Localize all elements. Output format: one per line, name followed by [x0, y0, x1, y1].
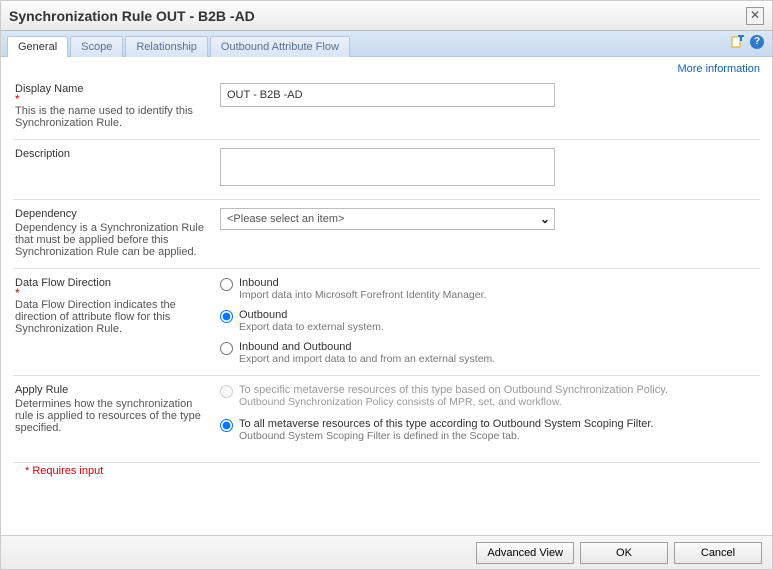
radio-inbound[interactable] [220, 278, 233, 291]
radio-label-wrap: Inbound Import data into Microsoft Foref… [239, 277, 486, 301]
tabstrip: General Scope Relationship Outbound Attr… [1, 31, 772, 57]
tab-scope[interactable]: Scope [70, 36, 123, 57]
input-col: Inbound Import data into Microsoft Foref… [220, 277, 758, 365]
display-name-desc: This is the name used to identify this S… [15, 105, 208, 129]
radio-outbound-row: Outbound Export data to external system. [220, 309, 758, 333]
display-name-label: Display Name [15, 83, 208, 95]
tab-label: Outbound Attribute Flow [221, 41, 339, 53]
label-col: Apply Rule Determines how the synchroniz… [15, 384, 220, 452]
radio-both-desc: Export and import data to and from an ex… [239, 353, 495, 365]
section-apply-rule: Apply Rule Determines how the synchroniz… [13, 376, 760, 463]
radio-label-wrap: Outbound Export data to external system. [239, 309, 384, 333]
label-col: Description [15, 148, 220, 189]
add-icon[interactable] [730, 35, 744, 49]
requires-input-note: * Requires input [13, 463, 760, 483]
input-col: <Please select an item> ⌄ [220, 208, 758, 258]
tab-relationship[interactable]: Relationship [125, 36, 208, 57]
dependency-label: Dependency [15, 208, 208, 220]
label-col: Display Name * This is the name used to … [15, 83, 220, 129]
advanced-view-button[interactable]: Advanced View [476, 542, 574, 564]
apply-all-desc: Outbound System Scoping Filter is define… [239, 430, 654, 442]
radio-inbound-row: Inbound Import data into Microsoft Foref… [220, 277, 758, 301]
more-information-link[interactable]: More information [677, 63, 760, 75]
description-label: Description [15, 148, 208, 160]
tab-label: General [18, 41, 57, 53]
apply-rule-label: Apply Rule [15, 384, 208, 396]
required-star: * [15, 289, 208, 297]
label-col: Data Flow Direction * Data Flow Directio… [15, 277, 220, 365]
radio-both-row: Inbound and Outbound Export and import d… [220, 341, 758, 365]
apply-rule-desc: Determines how the synchronization rule … [15, 398, 208, 434]
required-star: * [15, 95, 208, 103]
titlebar: Synchronization Rule OUT - B2B -AD ✕ [1, 1, 772, 31]
section-dependency: Dependency Dependency is a Synchronizati… [13, 200, 760, 269]
display-name-input[interactable] [220, 83, 555, 107]
radio-label-wrap: To specific metaverse resources of this … [239, 384, 668, 408]
tab-label: Scope [81, 41, 112, 53]
radio-both[interactable] [220, 342, 233, 355]
radio-outbound-title: Outbound [239, 309, 384, 321]
dependency-placeholder: <Please select an item> [227, 213, 344, 225]
chevron-down-icon: ⌄ [540, 212, 550, 226]
radio-outbound[interactable] [220, 310, 233, 323]
input-col: To specific metaverse resources of this … [220, 384, 758, 452]
input-col [220, 148, 758, 189]
radio-apply-all-row: To all metaverse resources of this type … [220, 418, 758, 442]
dependency-desc: Dependency is a Synchronization Rule tha… [15, 222, 208, 258]
tab-label: Relationship [136, 41, 197, 53]
input-col [220, 83, 758, 129]
tab-general[interactable]: General [7, 36, 68, 57]
radio-outbound-desc: Export data to external system. [239, 321, 384, 333]
close-icon[interactable]: ✕ [746, 7, 764, 25]
section-description: Description [13, 140, 760, 200]
radio-apply-all[interactable] [220, 419, 233, 432]
tab-outbound-attribute-flow[interactable]: Outbound Attribute Flow [210, 36, 350, 57]
data-flow-label: Data Flow Direction [15, 277, 208, 289]
section-display-name: Display Name * This is the name used to … [13, 75, 760, 140]
button-bar: Advanced View OK Cancel [1, 535, 772, 569]
tabstrip-actions: ? [730, 35, 764, 49]
radio-inbound-desc: Import data into Microsoft Forefront Ide… [239, 289, 486, 301]
radio-apply-specific-row: To specific metaverse resources of this … [220, 384, 758, 408]
dialog-window: Synchronization Rule OUT - B2B -AD ✕ Gen… [0, 0, 773, 570]
apply-specific-title: To specific metaverse resources of this … [239, 384, 668, 396]
label-col: Dependency Dependency is a Synchronizati… [15, 208, 220, 258]
cancel-button[interactable]: Cancel [674, 542, 762, 564]
dependency-select[interactable]: <Please select an item> ⌄ [220, 208, 555, 230]
apply-specific-desc: Outbound Synchronization Policy consists… [239, 396, 668, 408]
window-title: Synchronization Rule OUT - B2B -AD [9, 8, 255, 24]
radio-both-title: Inbound and Outbound [239, 341, 495, 353]
radio-label-wrap: To all metaverse resources of this type … [239, 418, 654, 442]
radio-inbound-title: Inbound [239, 277, 486, 289]
help-icon[interactable]: ? [750, 35, 764, 49]
section-data-flow: Data Flow Direction * Data Flow Directio… [13, 269, 760, 376]
tab-content: More information Display Name * This is … [1, 57, 772, 535]
ok-button[interactable]: OK [580, 542, 668, 564]
data-flow-desc: Data Flow Direction indicates the direct… [15, 299, 208, 335]
radio-label-wrap: Inbound and Outbound Export and import d… [239, 341, 495, 365]
apply-all-title: To all metaverse resources of this type … [239, 418, 654, 430]
radio-apply-specific [220, 385, 233, 398]
description-input[interactable] [220, 148, 555, 186]
more-info-row: More information [13, 63, 760, 75]
